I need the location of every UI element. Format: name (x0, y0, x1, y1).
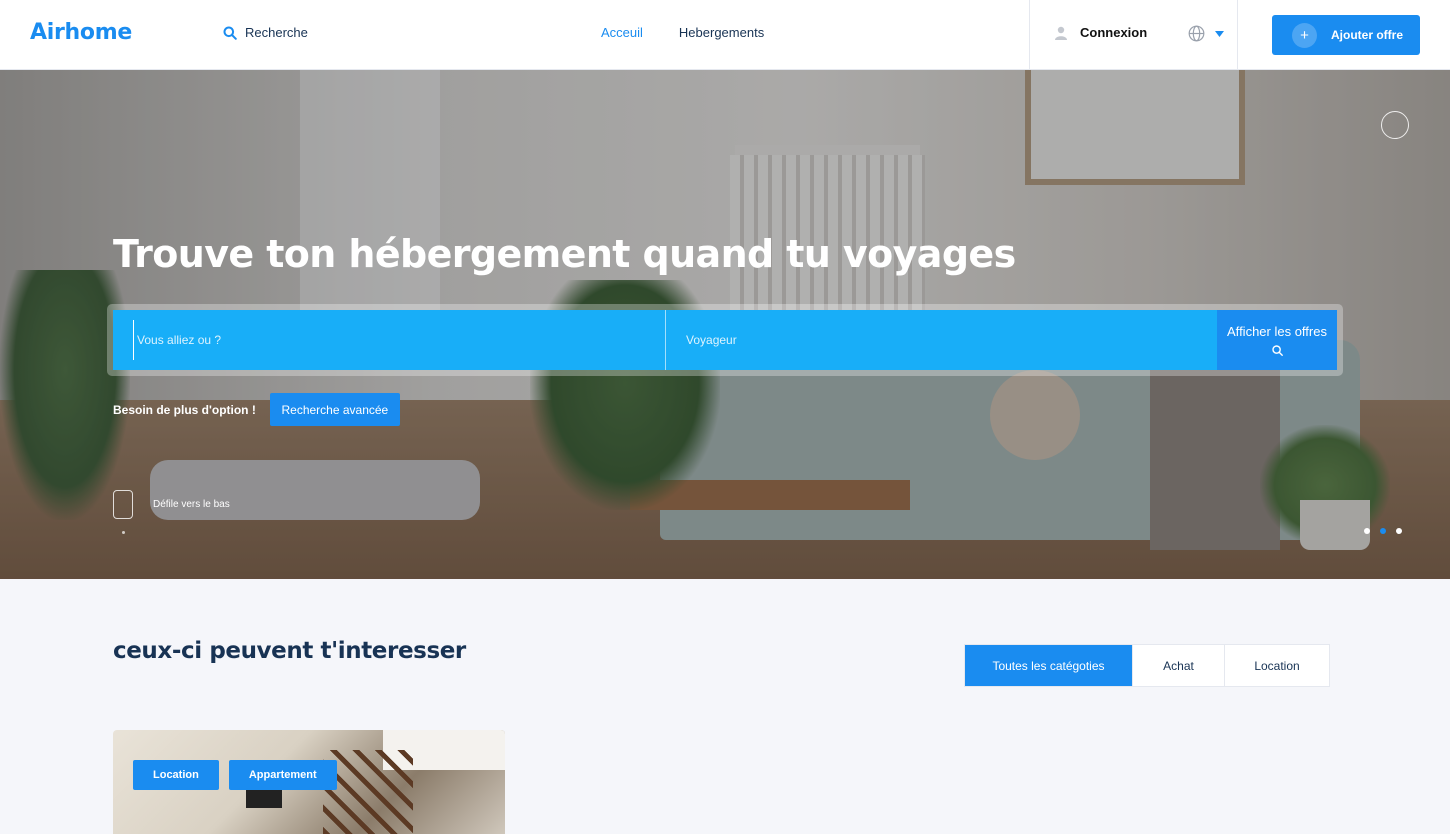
search-icon (1271, 345, 1283, 356)
main-nav: Acceuil Hebergements (601, 25, 764, 40)
listing-card[interactable]: Location Appartement (113, 730, 505, 834)
show-offers-label: Afficher les offres (1227, 324, 1327, 339)
nav-accommodations[interactable]: Hebergements (679, 25, 764, 40)
header-account-area: Connexion (1029, 0, 1238, 69)
site-logo[interactable]: Airhome (30, 20, 132, 45)
login-button[interactable]: Connexion (1054, 25, 1147, 40)
more-options-text: Besoin de plus d'option ! (113, 402, 256, 417)
scroll-down-hint[interactable]: Défile vers le bas (113, 490, 230, 519)
slider-dots (1364, 528, 1402, 534)
search-link-label: Recherche (245, 25, 308, 40)
show-offers-button[interactable]: Afficher les offres (1217, 310, 1337, 370)
tag-apartment[interactable]: Appartement (228, 760, 337, 790)
add-offer-label: Ajouter offre (1331, 28, 1403, 42)
category-filters: Toutes les catégoties Achat Location (964, 644, 1330, 687)
advanced-search-button[interactable]: Recherche avancée (269, 393, 400, 426)
globe-icon (1188, 25, 1205, 42)
top-header: Airhome Recherche Acceuil Hebergements C… (0, 0, 1450, 70)
hero-banner: Trouve ton hébergement quand tu voyages … (0, 70, 1450, 579)
hero-toggle-circle[interactable] (1381, 111, 1409, 139)
filter-all-categories[interactable]: Toutes les catégoties (965, 645, 1133, 686)
user-icon (1055, 26, 1067, 40)
filter-purchase[interactable]: Achat (1133, 645, 1225, 686)
hero-search-bar: Vous alliez ou ? Voyageur Afficher les o… (107, 304, 1343, 376)
add-offer-button[interactable]: + Ajouter offre (1272, 15, 1420, 55)
text-cursor (133, 320, 134, 360)
slider-dot-3[interactable] (1396, 528, 1402, 534)
login-label: Connexion (1080, 25, 1148, 40)
caret-down-icon (1215, 30, 1224, 37)
guests-field[interactable]: Voyageur (666, 310, 1217, 370)
more-options-row: Besoin de plus d'option ! Recherche avan… (113, 393, 400, 426)
plus-icon: + (1292, 22, 1317, 48)
language-selector[interactable] (1188, 25, 1224, 42)
slider-dot-1[interactable] (1364, 528, 1370, 534)
hero-title: Trouve ton hébergement quand tu voyages (113, 232, 1016, 276)
tag-rental[interactable]: Location (133, 760, 219, 790)
filter-rental[interactable]: Location (1225, 645, 1329, 686)
slider-dot-2[interactable] (1380, 528, 1386, 534)
search-icon (223, 26, 237, 40)
destination-field[interactable]: Vous alliez ou ? (113, 310, 666, 370)
destination-placeholder: Vous alliez ou ? (137, 333, 222, 347)
search-link[interactable]: Recherche (223, 25, 308, 40)
nav-home[interactable]: Acceuil (601, 25, 643, 40)
mouse-icon (113, 490, 133, 519)
listing-tags: Location Appartement (133, 760, 337, 790)
scroll-hint-label: Défile vers le bas (153, 499, 230, 510)
guests-placeholder: Voyageur (686, 333, 737, 347)
section-title: ceux-ci peuvent t'interesser (113, 638, 466, 664)
